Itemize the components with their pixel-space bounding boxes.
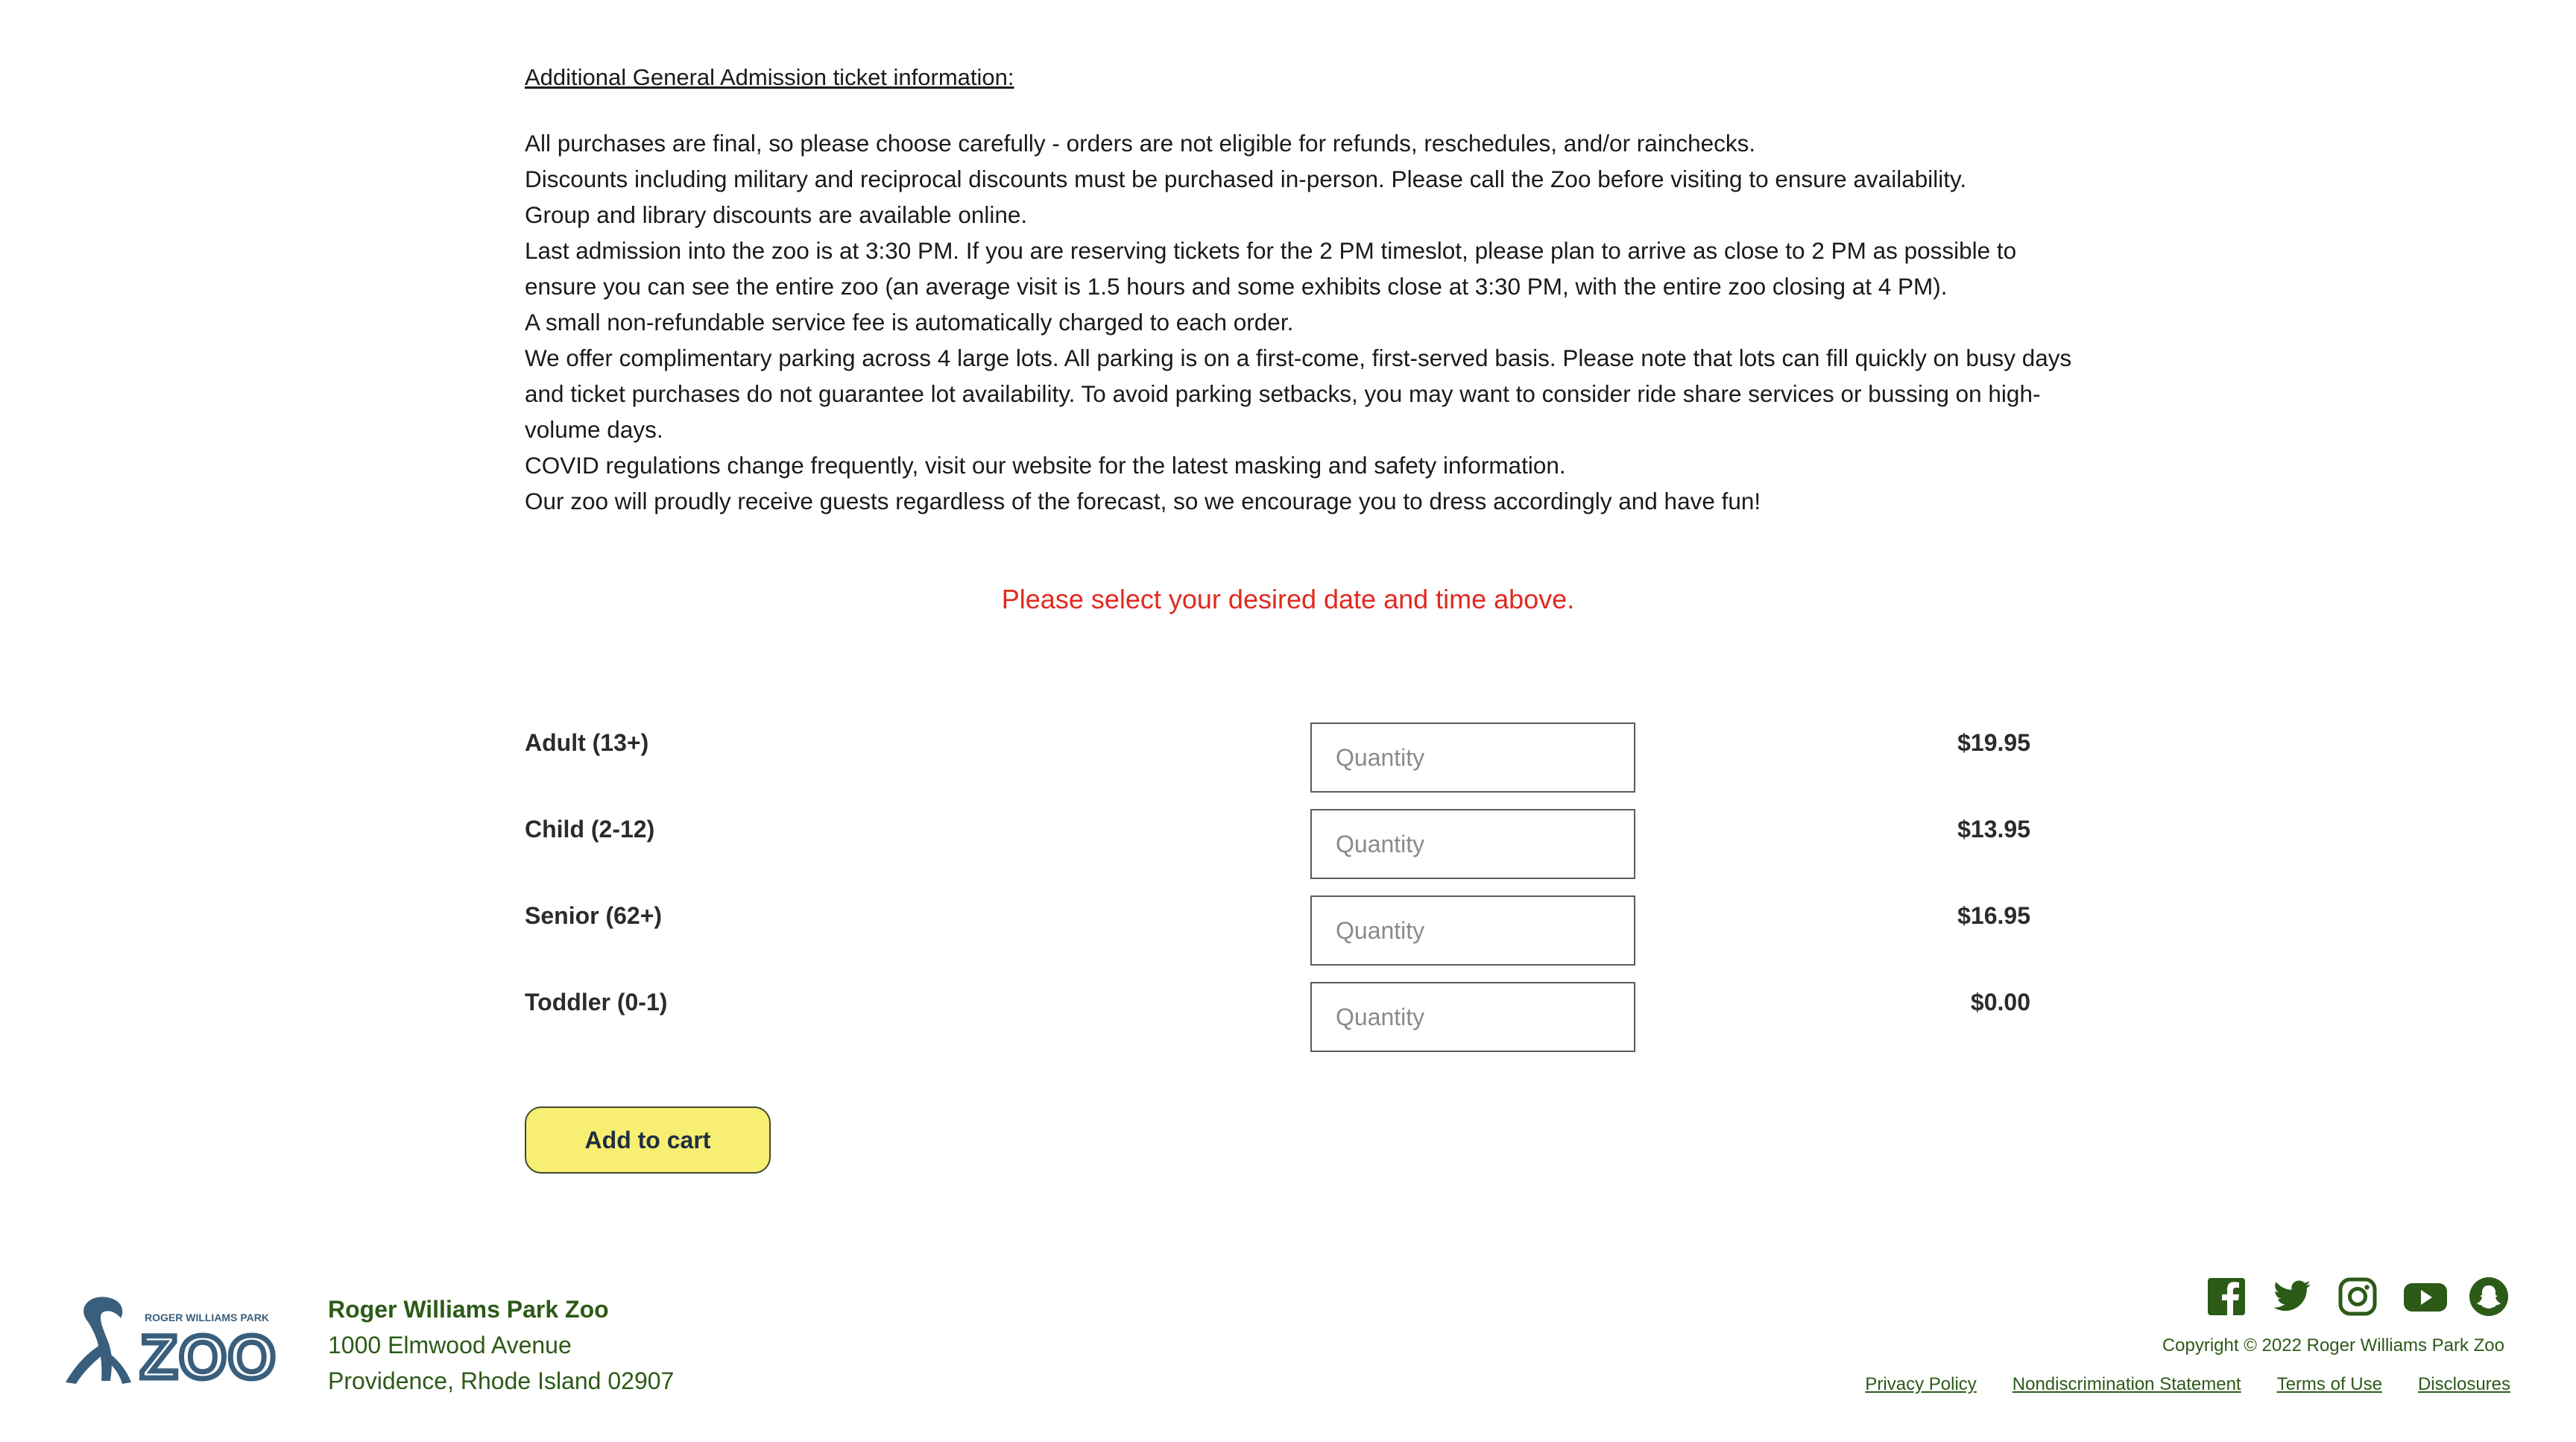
child-quantity-input[interactable] [1310,809,1635,879]
senior-quantity-input[interactable] [1310,895,1635,966]
twitter-icon[interactable] [2272,1276,2312,1317]
facebook-icon[interactable] [2206,1276,2247,1317]
info-line: All purchases are final, so please choos… [525,130,1756,157]
ticket-label: Child (2-12) [525,816,655,843]
zoo-name: Roger Williams Park Zoo [328,1296,609,1323]
zoo-logo[interactable]: ROGER WILLIAMS PARK ZOO [66,1290,279,1394]
info-line: A small non-refundable service fee is au… [525,309,1294,336]
nondiscrimination-statement-link[interactable]: Nondiscrimination Statement [2012,1373,2241,1396]
ticket-row-child: Child (2-12) $13.95 [525,809,2030,884]
ticket-info-section: Additional General Admission ticket info… [525,60,2075,519]
terms-of-use-link[interactable]: Terms of Use [2277,1373,2382,1396]
street-address: 1000 Elmwood Avenue [328,1332,572,1358]
privacy-policy-link[interactable]: Privacy Policy [1865,1373,1976,1396]
info-line: Discounts including military and recipro… [525,166,1967,192]
logo-text: ZOO [140,1323,277,1387]
youtube-icon[interactable] [2403,1276,2447,1317]
ticket-price: $16.95 [1957,902,2030,929]
ticket-price: $0.00 [1970,989,2030,1016]
ticket-label: Adult (13+) [525,729,649,756]
info-line: Our zoo will proudly receive guests rega… [525,488,1761,514]
date-time-notice: Please select your desired date and time… [1001,584,1575,614]
copyright-text: Copyright © 2022 Roger Williams Park Zoo [2162,1335,2504,1356]
ticket-price: $19.95 [1957,729,2030,756]
info-line: Group and library discounts are availabl… [525,201,1028,228]
ticket-price: $13.95 [1957,816,2030,843]
footer-links: Privacy Policy Nondiscrimination Stateme… [1865,1373,2510,1396]
info-line: We offer complimentary parking across 4 … [525,344,2072,443]
disclosures-link[interactable]: Disclosures [2418,1373,2510,1396]
adult-quantity-input[interactable] [1310,722,1635,793]
toddler-quantity-input[interactable] [1310,982,1635,1052]
info-line: Last admission into the zoo is at 3:30 P… [525,237,2017,300]
ticket-row-senior: Senior (62+) $16.95 [525,895,2030,971]
ticket-label: Toddler (0-1) [525,989,668,1016]
city-address: Providence, Rhode Island 02907 [328,1367,675,1394]
ticket-row-toddler: Toddler (0-1) $0.00 [525,982,2030,1057]
add-to-cart-button[interactable]: Add to cart [525,1106,771,1174]
instagram-icon[interactable] [2337,1276,2378,1317]
info-heading: Additional General Admission ticket info… [525,64,1014,90]
ticket-label: Senior (62+) [525,902,663,929]
logo-small-text: ROGER WILLIAMS PARK [145,1312,269,1323]
snapchat-icon[interactable] [2469,1276,2509,1317]
ticket-row-adult: Adult (13+) $19.95 [525,722,2030,798]
footer-address: Roger Williams Park Zoo 1000 Elmwood Ave… [328,1291,674,1399]
info-list: All purchases are final, so please choos… [525,125,2075,519]
social-links [2206,1276,2509,1317]
info-line: COVID regulations change frequently, vis… [525,452,1566,479]
